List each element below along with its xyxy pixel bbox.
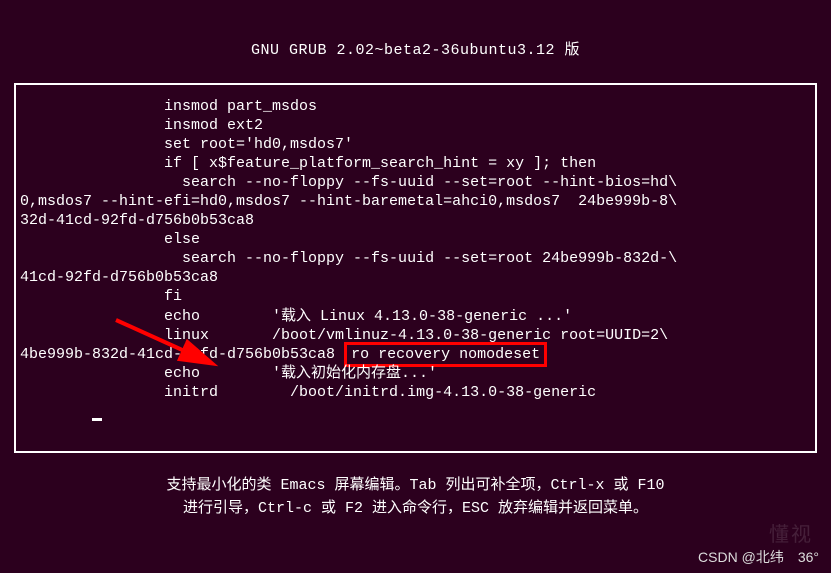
footer-line: 支持最小化的类 Emacs 屏幕编辑。Tab 列出可补全项，Ctrl-x 或 F… [30,475,801,498]
grub-line[interactable]: echo '载入 Linux 4.13.0-38-generic ...' [20,307,811,326]
grub-header: GNU GRUB 2.02~beta2-36ubuntu3.12 版 [0,0,831,59]
highlighted-boot-params: ro recovery nomodeset [344,342,547,367]
grub-line[interactable]: insmod ext2 [20,116,811,135]
grub-line[interactable] [20,402,811,421]
grub-editor-box[interactable]: insmod part_msdos insmod ext2 set root='… [14,83,817,453]
text-cursor [92,418,102,421]
grub-line[interactable]: set root='hd0,msdos7' [20,135,811,154]
grub-line[interactable]: search --no-floppy --fs-uuid --set=root … [20,173,811,192]
grub-line[interactable]: 0,msdos7 --hint-efi=hd0,msdos7 --hint-ba… [20,192,811,211]
grub-line[interactable]: 4be999b-832d-41cd-92fd-d756b0b53ca8 ro r… [20,345,811,364]
grub-line[interactable]: if [ x$feature_platform_search_hint = xy… [20,154,811,173]
grub-title: GNU GRUB 2.02~beta2-36ubuntu3.12 版 [251,42,580,59]
footer-line: 进行引导，Ctrl-c 或 F2 进入命令行，ESC 放弃编辑并返回菜单。 [30,498,801,521]
grub-line[interactable]: insmod part_msdos [20,97,811,116]
watermark-logo: 懂视 [769,518,813,547]
grub-line[interactable]: else [20,230,811,249]
grub-line[interactable]: initrd /boot/initrd.img-4.13.0-38-generi… [20,383,811,402]
watermark-author: CSDN @北纬 36° [698,547,819,567]
grub-footer-hints: 支持最小化的类 Emacs 屏幕编辑。Tab 列出可补全项，Ctrl-x 或 F… [0,475,831,520]
grub-line[interactable]: 32d-41cd-92fd-d756b0b53ca8 [20,211,811,230]
grub-line[interactable]: echo '载入初始化内存盘...' [20,364,811,383]
grub-line[interactable]: search --no-floppy --fs-uuid --set=root … [20,249,811,268]
grub-line[interactable]: fi [20,287,811,306]
grub-line[interactable]: 41cd-92fd-d756b0b53ca8 [20,268,811,287]
